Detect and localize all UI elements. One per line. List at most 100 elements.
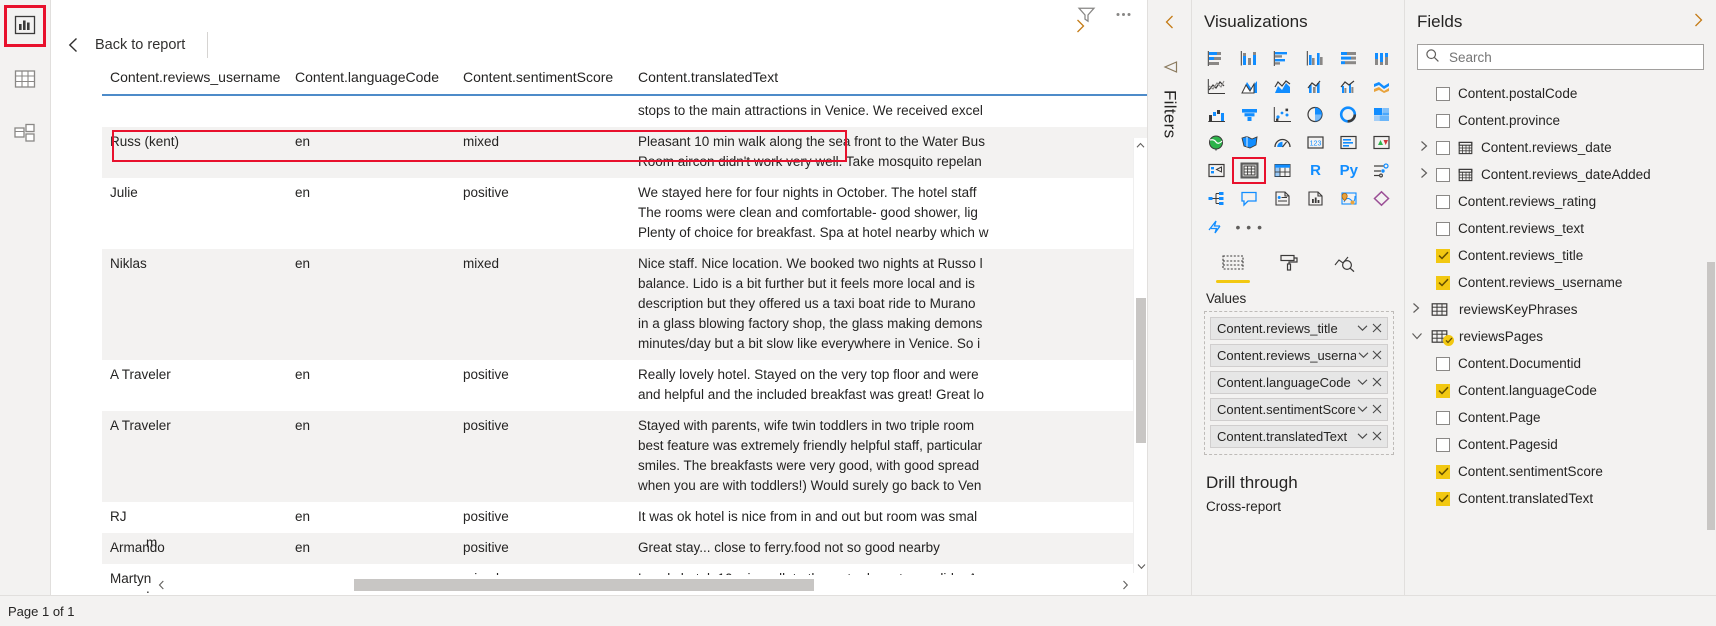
values-field-well[interactable]: Content.reviews_title Content.reviews_use… xyxy=(1204,311,1394,455)
close-icon[interactable] xyxy=(1370,321,1384,336)
fields-field-row[interactable]: Content.languageCode xyxy=(1405,377,1716,404)
vertical-scroll-thumb[interactable] xyxy=(1136,298,1146,443)
field-checkbox[interactable] xyxy=(1436,383,1450,398)
horizontal-scroll-thumb[interactable] xyxy=(354,579,814,591)
card-icon[interactable]: 123 xyxy=(1300,130,1332,155)
field-checkbox[interactable] xyxy=(1436,167,1450,182)
back-to-report-link[interactable]: Back to report xyxy=(95,37,185,53)
table-icon[interactable] xyxy=(1232,157,1267,184)
fields-field-row[interactable]: Content.reviews_title xyxy=(1405,242,1716,269)
area-chart-icon[interactable] xyxy=(1233,74,1265,99)
fields-table-row[interactable]: reviewsKeyPhrases xyxy=(1405,296,1716,323)
fields-field-row[interactable]: Content.postalCode xyxy=(1405,80,1716,107)
table-vertical-scrollbar[interactable] xyxy=(1133,138,1147,573)
filter-funnel-icon[interactable] xyxy=(1161,59,1179,80)
scroll-down-arrow-icon[interactable] xyxy=(1134,559,1147,573)
pie-chart-icon[interactable] xyxy=(1300,102,1332,127)
column-header-language[interactable]: Content.languageCode xyxy=(287,62,455,96)
stacked-area-chart-icon[interactable] xyxy=(1266,74,1298,99)
column-header-username[interactable]: Content.reviews_username xyxy=(102,62,287,96)
line-and-stacked-column-chart-icon[interactable] xyxy=(1300,74,1332,99)
fields-scroll-thumb[interactable] xyxy=(1707,262,1715,530)
power-apps-icon[interactable] xyxy=(1366,186,1398,211)
close-icon[interactable] xyxy=(1370,348,1384,363)
fields-field-row[interactable]: Content.reviews_username xyxy=(1405,269,1716,296)
fields-field-row[interactable]: Content.reviews_rating xyxy=(1405,188,1716,215)
rail-item-model-view[interactable] xyxy=(5,114,45,154)
power-automate-icon[interactable] xyxy=(1200,214,1232,239)
decomposition-tree-icon[interactable] xyxy=(1200,186,1232,211)
chevron-down-icon[interactable] xyxy=(1356,350,1371,362)
hundred-percent-stacked-column-chart-icon[interactable] xyxy=(1366,46,1398,71)
map-icon[interactable] xyxy=(1200,130,1232,155)
field-checkbox[interactable] xyxy=(1436,464,1450,479)
scatter-chart-icon[interactable] xyxy=(1266,102,1298,127)
fields-search-box[interactable] xyxy=(1417,44,1704,70)
qna-icon[interactable] xyxy=(1233,186,1265,211)
chevron-right-icon[interactable] xyxy=(1419,167,1436,182)
ribbon-chart-icon[interactable] xyxy=(1366,74,1398,99)
donut-chart-icon[interactable] xyxy=(1333,102,1365,127)
line-and-clustered-column-chart-icon[interactable] xyxy=(1333,74,1365,99)
table-row[interactable]: Julie en positive We stayed here for four n… xyxy=(102,178,1147,249)
clustered-bar-chart-icon[interactable] xyxy=(1266,46,1298,71)
field-checkbox[interactable] xyxy=(1436,140,1450,155)
fields-table-row[interactable]: reviewsPages xyxy=(1405,323,1716,350)
chevron-right-icon[interactable] xyxy=(1419,140,1436,155)
column-header-sentiment[interactable]: Content.sentimentScore xyxy=(455,62,630,96)
table-row[interactable]: A Traveler en positive Stayed with parents,… xyxy=(102,411,1147,502)
field-checkbox[interactable] xyxy=(1436,491,1450,506)
chevron-right-icon[interactable] xyxy=(1411,302,1431,317)
fields-field-row[interactable]: Content.reviews_text xyxy=(1405,215,1716,242)
hundred-percent-stacked-bar-chart-icon[interactable] xyxy=(1333,46,1365,71)
slicer-icon[interactable] xyxy=(1200,158,1232,183)
chevron-left-icon[interactable] xyxy=(1162,14,1178,33)
analytics-tab[interactable] xyxy=(1328,253,1362,283)
search-input[interactable] xyxy=(1447,48,1703,66)
filled-map-icon[interactable] xyxy=(1233,130,1265,155)
field-checkbox[interactable] xyxy=(1436,437,1450,452)
field-checkbox[interactable] xyxy=(1436,86,1450,101)
chevron-right-icon-fields[interactable] xyxy=(1690,12,1706,33)
fields-field-row[interactable]: Content.province xyxy=(1405,107,1716,134)
fields-field-row[interactable]: Content.reviews_date xyxy=(1405,134,1716,161)
field-checkbox[interactable] xyxy=(1436,356,1450,371)
table-horizontal-scrollbar[interactable] xyxy=(153,575,1133,595)
more-options-icon[interactable] xyxy=(1114,5,1133,24)
chevron-down-icon[interactable] xyxy=(1411,330,1431,344)
stacked-column-chart-icon[interactable] xyxy=(1233,46,1265,71)
matrix-icon[interactable] xyxy=(1266,158,1298,183)
field-checkbox[interactable] xyxy=(1436,194,1450,209)
fields-field-row[interactable]: Content.Page xyxy=(1405,404,1716,431)
field-checkbox[interactable] xyxy=(1436,248,1450,263)
waterfall-chart-icon[interactable] xyxy=(1200,102,1232,127)
chevron-down-icon[interactable] xyxy=(1355,431,1370,443)
rail-item-report-view[interactable] xyxy=(4,5,46,47)
rail-item-data-view[interactable] xyxy=(5,60,45,100)
fields-field-row[interactable]: Content.Pagesid xyxy=(1405,431,1716,458)
close-icon[interactable] xyxy=(1370,402,1384,417)
table-row[interactable]: RJ en positive It was ok hotel is nice from… xyxy=(102,502,1147,533)
key-influencers-icon[interactable] xyxy=(1366,158,1398,183)
field-checkbox[interactable] xyxy=(1436,410,1450,425)
fields-field-row[interactable]: Content.reviews_dateAdded xyxy=(1405,161,1716,188)
chevron-down-icon[interactable] xyxy=(1355,404,1370,416)
gauge-icon[interactable] xyxy=(1266,130,1298,155)
format-tab[interactable] xyxy=(1272,253,1306,283)
multi-row-card-icon[interactable] xyxy=(1333,130,1365,155)
scroll-left-arrow-icon[interactable] xyxy=(153,578,169,593)
treemap-icon[interactable] xyxy=(1366,102,1398,127)
values-field-pill[interactable]: Content.sentimentScore xyxy=(1210,398,1388,421)
paginated-report-icon[interactable] xyxy=(1300,186,1332,211)
close-icon[interactable] xyxy=(1370,429,1384,444)
chevron-left-icon[interactable] xyxy=(61,32,87,58)
fields-field-row[interactable]: Content.sentimentScore xyxy=(1405,458,1716,485)
horizontal-scroll-track[interactable] xyxy=(169,578,1117,592)
python-visual-icon[interactable]: Py xyxy=(1333,158,1365,183)
field-checkbox[interactable] xyxy=(1436,275,1450,290)
more-visuals-icon[interactable]: • • • xyxy=(1233,214,1265,239)
close-icon[interactable] xyxy=(1370,375,1384,390)
table-row[interactable]: Niklas en mixed Nice staff. Nice location. … xyxy=(102,249,1147,360)
chevron-down-icon[interactable] xyxy=(1355,377,1370,389)
arcgis-maps-icon[interactable] xyxy=(1333,186,1365,211)
